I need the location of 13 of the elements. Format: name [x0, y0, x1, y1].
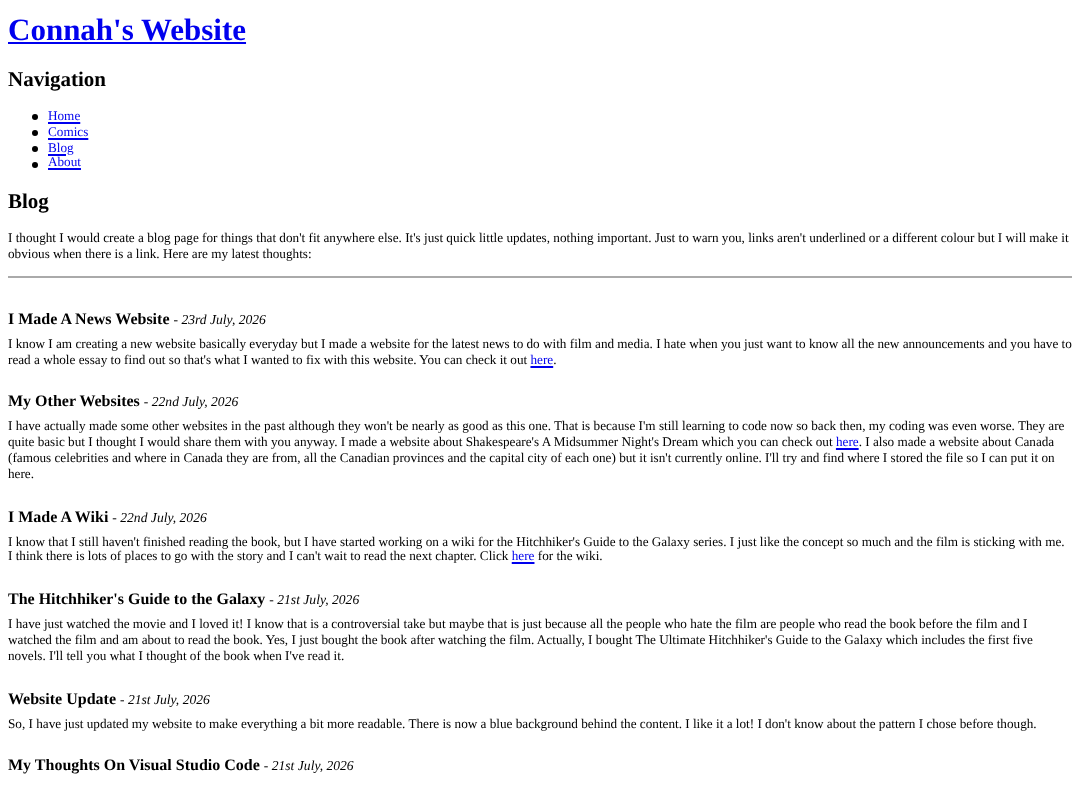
post-title: I Made A News Website — [8, 309, 170, 328]
bullet-icon — [32, 114, 38, 121]
bullet-icon — [32, 161, 38, 168]
site-title-link[interactable]: Connah's Website — [8, 14, 247, 48]
blog-heading: Blog — [8, 192, 51, 217]
bullet-icon — [32, 130, 38, 137]
post-title: My Thoughts On Visual Studio Code — [8, 756, 260, 775]
navigation-heading: Navigation — [8, 70, 109, 94]
post-title: The Hitchhiker's Guide to the Galaxy — [8, 590, 266, 609]
bullet-icon — [32, 145, 38, 152]
post-title: My Other Websites — [8, 392, 140, 411]
post-title: Website Update — [8, 689, 116, 708]
post-title: I Made A Wiki — [8, 507, 109, 526]
